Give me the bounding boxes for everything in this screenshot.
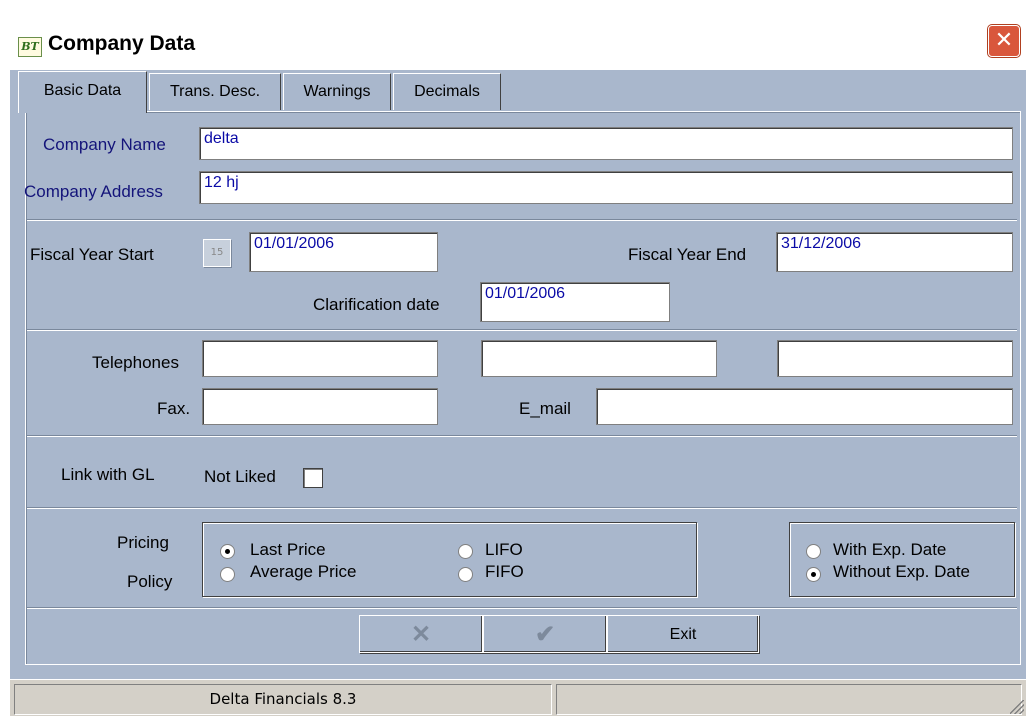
tab-decimals[interactable]: Decimals (393, 73, 501, 110)
lifo-radio[interactable] (458, 544, 473, 559)
fifo-radio[interactable] (458, 567, 473, 582)
separator (27, 607, 1017, 609)
close-button[interactable]: ✕ (988, 25, 1020, 57)
with-exp-date-radio[interactable] (806, 544, 821, 559)
tab-trans-desc[interactable]: Trans. Desc. (149, 73, 281, 110)
separator (27, 435, 1017, 437)
link-with-gl-label: Link with GL (61, 465, 155, 484)
company-name-label: Company Name (43, 135, 166, 154)
company-name-input[interactable]: delta (199, 127, 1013, 160)
calendar-icon[interactable]: 15 (203, 239, 231, 267)
app-icon: BT (18, 37, 42, 57)
pricing-policy-label-line1: Pricing (117, 533, 169, 552)
email-input[interactable] (596, 388, 1013, 425)
pricing-policy-label-line2: Policy (127, 572, 173, 591)
last-price-label: Last Price (250, 540, 326, 559)
confirm-button[interactable]: ✔ (483, 615, 607, 653)
average-price-label: Average Price (250, 562, 357, 581)
without-exp-date-label: Without Exp. Date (833, 562, 971, 581)
fax-label: Fax. (157, 399, 191, 418)
cancel-button[interactable]: ✕ (359, 615, 483, 653)
telephone-1-input[interactable] (202, 340, 438, 377)
without-exp-date-radio[interactable] (806, 567, 821, 582)
not-liked-label: Not Liked (204, 467, 276, 486)
fiscal-year-end-label: Fiscal Year End (628, 245, 747, 264)
separator (27, 329, 1017, 331)
company-address-input[interactable]: 12 hj (199, 171, 1013, 204)
checkmark-icon: ✔ (534, 621, 556, 648)
fax-input[interactable] (202, 388, 438, 425)
telephone-2-input[interactable] (481, 340, 717, 377)
average-price-radio[interactable] (220, 567, 235, 582)
title-bar[interactable]: BT Company Data ✕ (10, 10, 1026, 70)
company-data-window: BT Company Data ✕ Basic Data Trans. Desc… (10, 10, 1026, 716)
clarification-date-label: Clarification date (313, 295, 440, 314)
telephone-3-input[interactable] (777, 340, 1013, 377)
status-panel-right (556, 684, 1022, 715)
tab-basic-data[interactable]: Basic Data (18, 71, 147, 113)
with-exp-date-label: With Exp. Date (833, 540, 947, 559)
fiscal-year-end-input[interactable]: 31/12/2006 (776, 232, 1013, 272)
status-bar: Delta Financials 8.3 (10, 679, 1026, 716)
exit-button[interactable]: Exit (607, 615, 759, 653)
close-icon: ✕ (994, 28, 1014, 53)
separator (27, 507, 1017, 509)
fifo-label: FIFO (485, 562, 524, 581)
resize-grip-icon[interactable] (1010, 700, 1024, 714)
cancel-x-icon: ✕ (410, 621, 432, 648)
last-price-radio[interactable] (220, 544, 235, 559)
window-title: Company Data (48, 32, 196, 55)
telephones-label: Telephones (92, 353, 179, 372)
lifo-label: LIFO (485, 540, 523, 559)
not-liked-checkbox[interactable] (303, 468, 323, 488)
separator (27, 219, 1017, 221)
fiscal-year-start-input[interactable]: 01/01/2006 (249, 232, 438, 272)
company-address-label: Company Address (24, 182, 163, 201)
clarification-date-input[interactable]: 01/01/2006 (480, 282, 670, 322)
status-app-version: Delta Financials 8.3 (14, 684, 552, 715)
fiscal-year-start-label: Fiscal Year Start (30, 245, 154, 264)
email-label: E_mail (519, 399, 571, 418)
tab-warnings[interactable]: Warnings (283, 73, 391, 110)
